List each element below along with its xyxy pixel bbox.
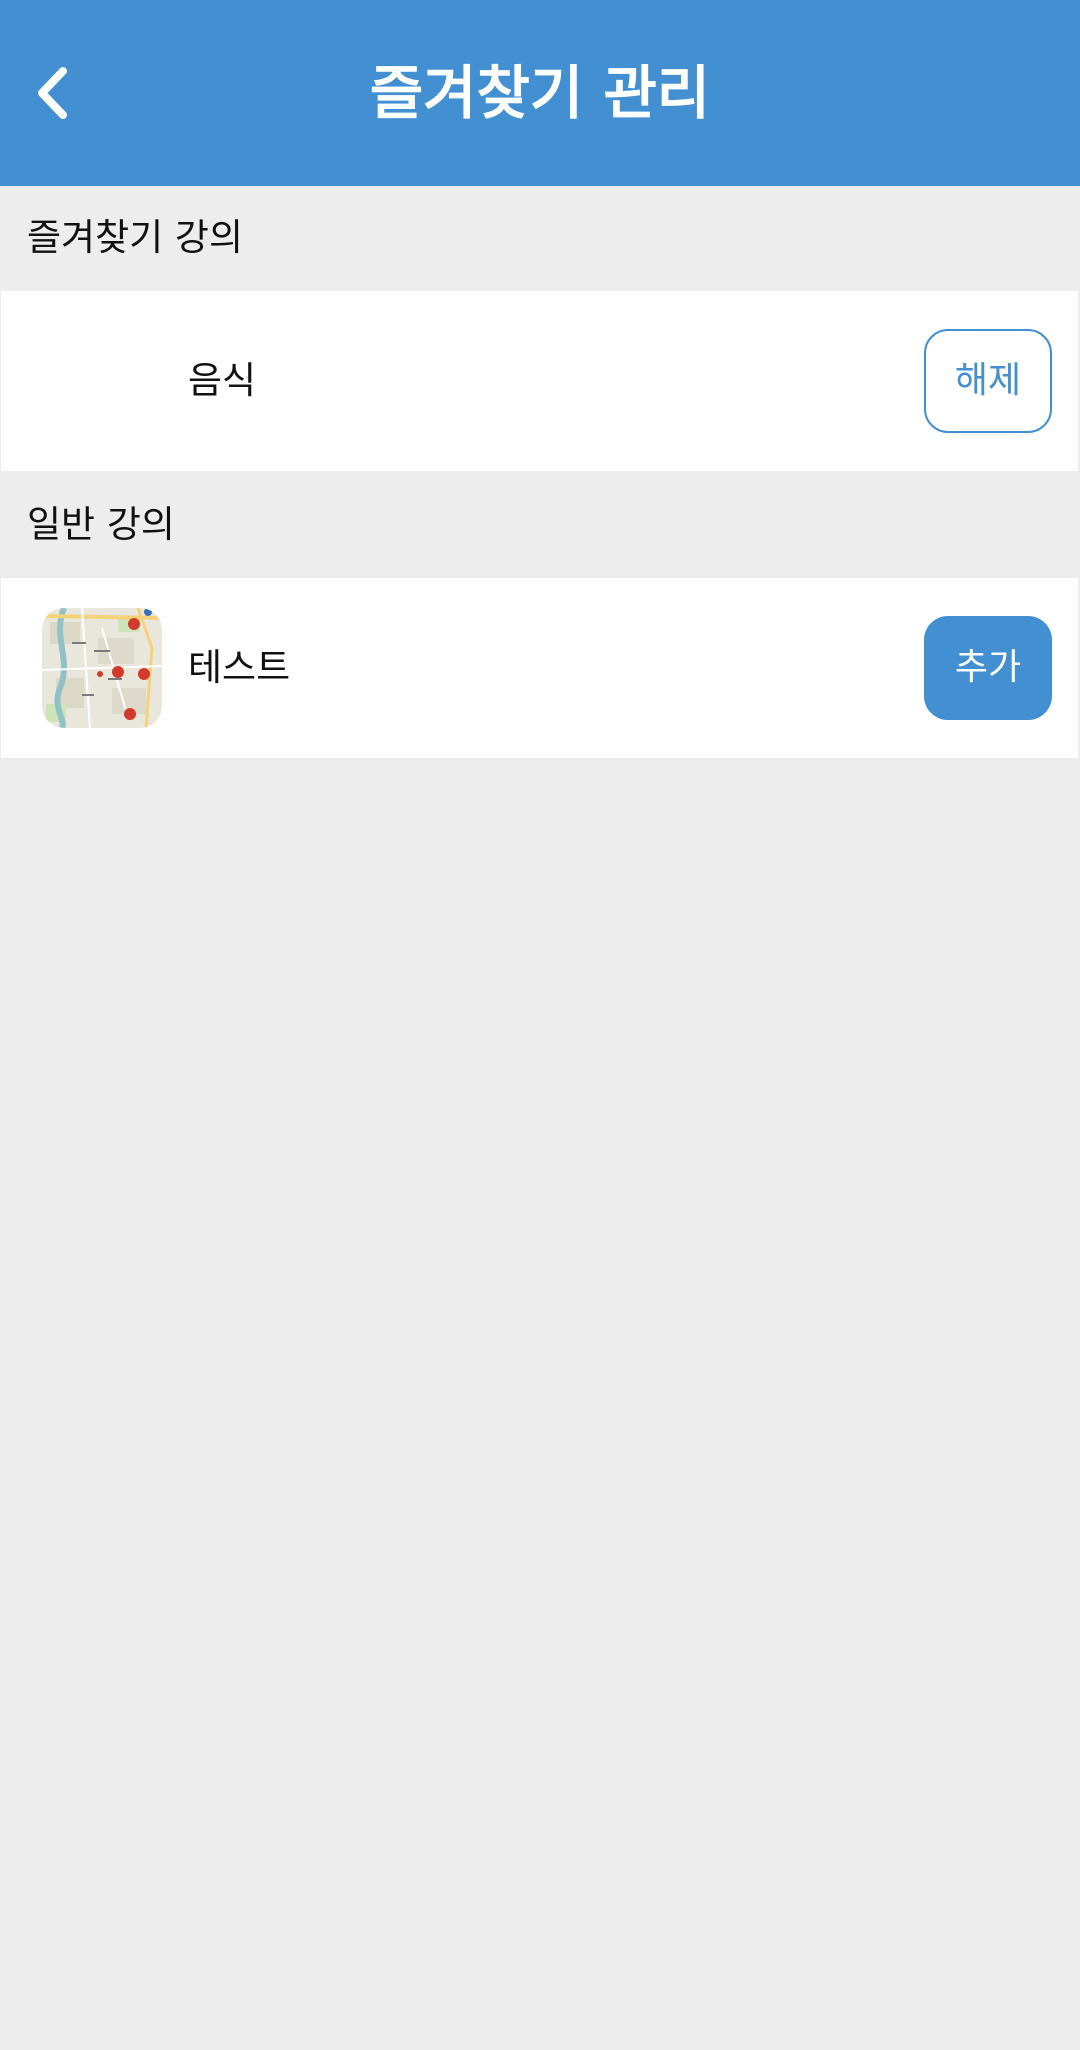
map-thumbnail	[42, 608, 162, 728]
list-item-favorite: 음식 해제	[1, 291, 1078, 471]
section-header-general: 일반 강의	[27, 503, 175, 546]
lecture-title: 테스트	[188, 646, 291, 689]
list-item-general: 테스트 추가	[1, 578, 1078, 758]
back-button[interactable]	[22, 52, 84, 134]
chevron-left-icon	[38, 67, 67, 119]
lecture-title: 음식	[188, 359, 257, 402]
unfavorite-button[interactable]: 해제	[924, 329, 1052, 433]
section-header-favorites: 즐겨찾기 강의	[27, 216, 244, 259]
add-favorite-button[interactable]: 추가	[924, 616, 1052, 720]
app-header: 즐겨찾기 관리	[0, 0, 1080, 186]
page-title: 즐겨찾기 관리	[369, 59, 711, 127]
